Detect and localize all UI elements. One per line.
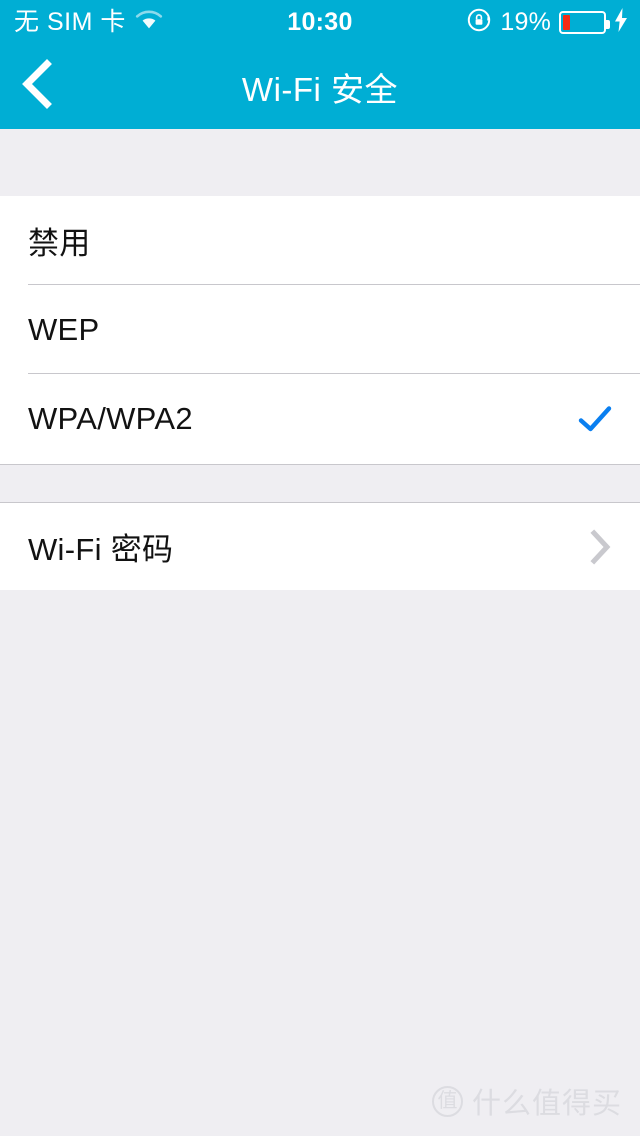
section-spacer-top <box>0 129 640 196</box>
option-label: WPA/WPA2 <box>28 400 193 436</box>
option-row-wpa-wpa2[interactable]: WPA/WPA2 <box>0 374 640 463</box>
watermark: 值 什么值得买 <box>431 1080 622 1122</box>
phone-screen: 无 SIM 卡 10:30 19% Wi-Fi 安全 禁用 WEP WPA/WP… <box>0 0 640 1136</box>
page-title: Wi-Fi 安全 <box>241 70 399 108</box>
watermark-text: 什么值得买 <box>471 1088 622 1120</box>
wifi-password-label: Wi-Fi 密码 <box>28 532 174 567</box>
chevron-right-icon <box>590 528 612 565</box>
section-spacer-middle <box>0 464 640 503</box>
option-row-disabled[interactable]: 禁用 <box>0 196 640 285</box>
battery-percent-label: 19% <box>500 7 551 36</box>
page-background-bottom <box>0 590 640 1136</box>
security-options-group: 禁用 WEP WPA/WPA2 <box>0 196 640 464</box>
checkmark-icon <box>578 402 612 436</box>
option-label: WEP <box>28 311 100 347</box>
chevron-left-icon <box>20 59 54 114</box>
option-label: 禁用 <box>28 226 91 261</box>
clock-label: 10:30 <box>287 7 353 36</box>
battery-icon <box>559 10 610 34</box>
option-row-wep[interactable]: WEP <box>0 285 640 374</box>
status-bar-right: 19% <box>466 0 628 44</box>
lightning-bolt-icon <box>614 7 628 37</box>
status-bar: 无 SIM 卡 10:30 19% <box>0 0 640 44</box>
password-group: Wi-Fi 密码 <box>0 503 640 590</box>
back-button[interactable] <box>20 44 90 129</box>
wifi-password-row[interactable]: Wi-Fi 密码 <box>0 503 640 590</box>
rotation-lock-icon <box>466 7 492 38</box>
navigation-bar: Wi-Fi 安全 <box>0 44 640 129</box>
watermark-badge: 值 <box>431 1085 463 1117</box>
